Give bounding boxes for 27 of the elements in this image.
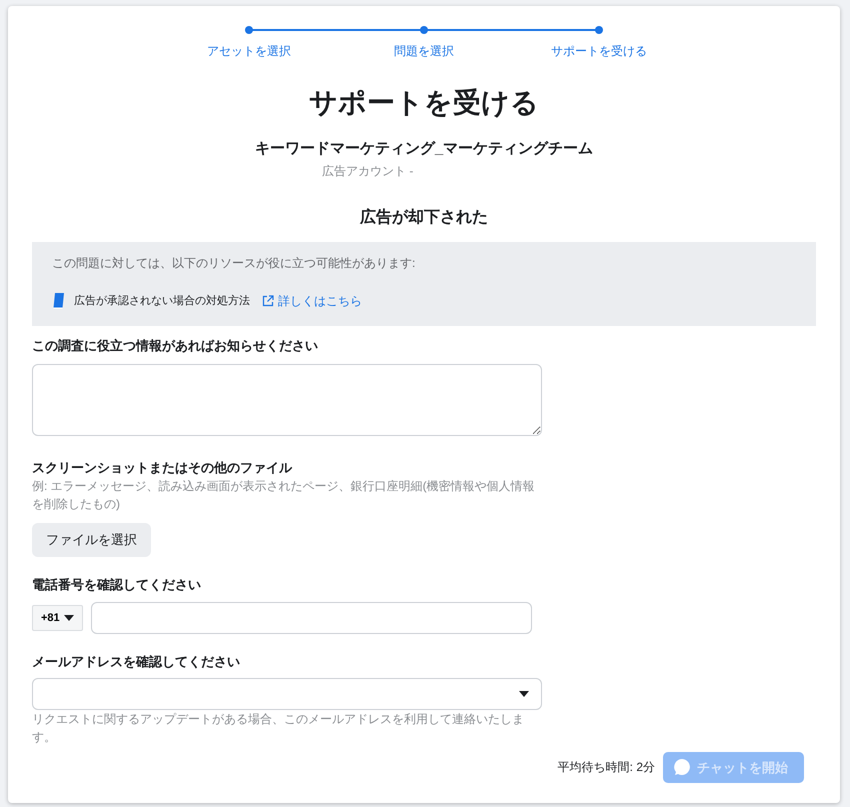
- issue-title: 広告が却下された: [358, 207, 489, 228]
- step-label[interactable]: 問題を選択: [394, 42, 454, 60]
- caret-icon: [519, 690, 529, 697]
- phone-field[interactable]: [90, 602, 532, 634]
- account-name: キーワードマーケティング_マーケティングチーム: [254, 138, 594, 159]
- country-code-dropdown[interactable]: +81: [32, 604, 83, 632]
- external-link-icon: [262, 295, 274, 308]
- step-label[interactable]: アセットを選択: [207, 42, 291, 60]
- chat-bubble-icon: [673, 758, 691, 776]
- field-hint: リクエストに関するアップデートがある場合、このメールアドレスを利用して連絡いたします。: [32, 710, 525, 746]
- field-label: 電話番号を確認してください: [32, 576, 202, 594]
- choose-file-button[interactable]: ファイルを選択: [32, 523, 151, 557]
- caret-icon: [64, 615, 74, 622]
- details-field[interactable]: [32, 364, 542, 436]
- step-label[interactable]: サポートを受ける: [551, 42, 647, 60]
- account-subtitle: 広告アカウント -: [322, 163, 414, 180]
- field-label: スクリーンショットまたはその他のファイル: [32, 458, 294, 477]
- field-label: メールアドレスを確認してください: [32, 653, 241, 672]
- field-hint: 例: エラーメッセージ、読み込み画面が表示されたページ、銀行口座明細(機密情報や個人情報を削除したもの): [32, 478, 536, 514]
- resource-title: 広告が承認されない場合の対処方法: [74, 294, 250, 309]
- wait-time: 平均待ち時間: 2分: [558, 759, 655, 776]
- resources-intro: この問題に対しては、以下のリソースが役に立つ可能性があります:: [52, 255, 416, 272]
- book-icon: [52, 292, 66, 310]
- email-dropdown[interactable]: [32, 678, 542, 710]
- learn-more-link[interactable]: 詳しくはこちら: [262, 292, 362, 310]
- page-title: サポートを受ける: [308, 86, 540, 120]
- field-label: この調査に役立つ情報があればお知らせください: [32, 337, 319, 356]
